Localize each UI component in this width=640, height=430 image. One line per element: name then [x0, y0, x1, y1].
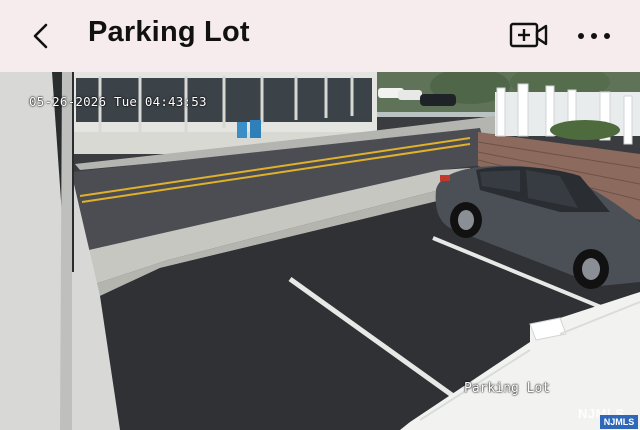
watermark-badge: NJMLS: [600, 415, 638, 429]
more-horizontal-icon: [578, 33, 610, 39]
camera-feed[interactable]: 05-26-2026 Tue 04:43:53 Parking Lot NJML…: [0, 72, 640, 430]
chevron-left-icon: [33, 23, 48, 49]
back-button[interactable]: [26, 18, 58, 54]
more-options-button[interactable]: [574, 22, 614, 50]
camera-name-overlay: Parking Lot: [464, 381, 551, 396]
video-camera-add-icon: [509, 22, 548, 48]
page-title: Parking Lot: [88, 16, 250, 48]
camera-feed-image: [0, 72, 640, 430]
camera-timestamp: 05-26-2026 Tue 04:43:53: [29, 94, 207, 109]
add-camera-button[interactable]: [508, 20, 550, 52]
app-header: Parking Lot: [0, 0, 640, 72]
